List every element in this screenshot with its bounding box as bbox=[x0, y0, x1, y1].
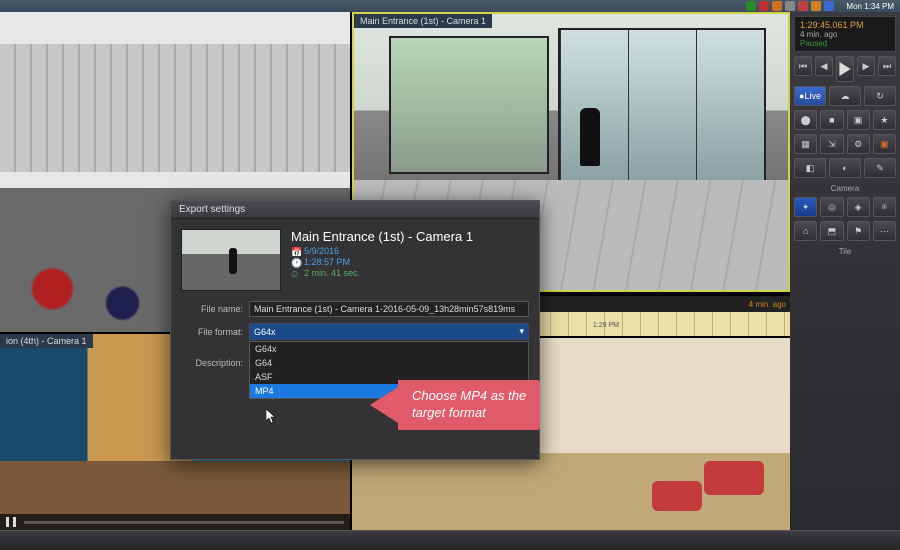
format-selected-value: G64x bbox=[254, 327, 276, 337]
format-select[interactable]: G64x ▾ bbox=[249, 323, 529, 340]
bookmark-button[interactable]: ★ bbox=[873, 110, 896, 130]
export-date: 5/9/2016 bbox=[304, 246, 339, 256]
play-button[interactable] bbox=[836, 56, 854, 82]
tray-icon bbox=[759, 1, 769, 11]
snapshot-button[interactable]: ▣ bbox=[847, 110, 870, 130]
live-label: Live bbox=[804, 91, 821, 101]
status-ok-icon bbox=[746, 1, 756, 11]
skip-back-button[interactable]: ⏮ bbox=[794, 56, 812, 76]
export-clip-title: Main Entrance (1st) - Camera 1 bbox=[291, 229, 473, 244]
callout-line2: target format bbox=[412, 405, 486, 420]
skip-fwd-button[interactable]: ⏭ bbox=[878, 56, 896, 76]
camera-label: ion (4th) - Camera 1 bbox=[0, 334, 93, 348]
section-label-tile: Tile bbox=[794, 247, 896, 256]
loop-button[interactable]: ↻ bbox=[864, 86, 896, 106]
tray-icon bbox=[785, 1, 795, 11]
tray-icon bbox=[824, 1, 834, 11]
playback-state: Paused bbox=[800, 39, 890, 48]
playback-relative-time: 4 min. ago bbox=[800, 30, 890, 39]
playback-timestamp: 1:29:45.061 PM bbox=[800, 20, 890, 30]
filename-input[interactable] bbox=[249, 301, 529, 317]
callout-line1: Choose MP4 as the bbox=[412, 388, 526, 403]
callout-arrow-icon bbox=[370, 387, 398, 423]
cloud-button[interactable]: ☁ bbox=[829, 86, 861, 106]
camera-tool-button[interactable]: ⋯ bbox=[873, 221, 896, 241]
camera-tool-button[interactable]: ◈ bbox=[847, 197, 870, 217]
instruction-callout: Choose MP4 as the target format bbox=[370, 380, 540, 430]
section-label-camera: Camera bbox=[794, 184, 896, 193]
playback-timestamp-box: 1:29:45.061 PM 4 min. ago Paused bbox=[794, 16, 896, 52]
export-thumbnail bbox=[181, 229, 281, 291]
filename-label: File name: bbox=[181, 304, 243, 314]
record-button[interactable]: ⬤ bbox=[794, 110, 817, 130]
camera-tool-button[interactable]: ⬒ bbox=[820, 221, 843, 241]
misc-button[interactable]: ✎ bbox=[864, 158, 896, 178]
grid-button[interactable]: ▦ bbox=[794, 134, 817, 154]
timeline-relative-time: 4 min. ago bbox=[749, 300, 786, 309]
format-option-g64[interactable]: G64 bbox=[250, 356, 528, 370]
clock-icon: 🕐 bbox=[291, 258, 300, 267]
pause-icon[interactable] bbox=[6, 517, 16, 527]
camera-tool-button[interactable]: ◎ bbox=[820, 197, 843, 217]
chevron-down-icon: ▾ bbox=[519, 326, 524, 337]
timeline-tick: 1:29 PM bbox=[593, 322, 619, 329]
misc-button[interactable]: ◧ bbox=[794, 158, 826, 178]
export-time: 1:28:57 PM bbox=[304, 257, 350, 267]
live-button[interactable]: ● Live bbox=[794, 86, 826, 106]
camera-label: Main Entrance (1st) - Camera 1 bbox=[354, 14, 492, 28]
video-transport[interactable] bbox=[0, 514, 350, 530]
step-back-button[interactable]: ◀ bbox=[815, 56, 833, 76]
camera-tool-button[interactable]: ⌂ bbox=[794, 221, 817, 241]
misc-button[interactable]: ◐ bbox=[829, 158, 861, 178]
format-label: File format: bbox=[181, 327, 243, 337]
ppt-button[interactable]: ▣ bbox=[873, 134, 896, 154]
control-sidepanel: 1:29:45.061 PM 4 min. ago Paused ⏮ ◀ ▶ ⏭… bbox=[790, 12, 900, 530]
stop-button[interactable]: ■ bbox=[820, 110, 843, 130]
system-menubar: Mon 1:34 PM bbox=[0, 0, 900, 12]
step-fwd-button[interactable]: ▶ bbox=[857, 56, 875, 76]
export-button[interactable]: ⇲ bbox=[820, 134, 843, 154]
camera-tool-button[interactable]: ⚑ bbox=[847, 221, 870, 241]
calendar-icon: 📅 bbox=[291, 247, 300, 256]
camera-tool-button[interactable]: ⍟ bbox=[873, 197, 896, 217]
tray-icon bbox=[798, 1, 808, 11]
system-tray bbox=[746, 1, 834, 11]
volume-icon[interactable] bbox=[811, 1, 821, 11]
cursor-icon bbox=[266, 409, 278, 425]
camera-tool-button[interactable]: ✦ bbox=[794, 197, 817, 217]
status-bar bbox=[0, 530, 900, 550]
tool-button[interactable]: ⚙ bbox=[847, 134, 870, 154]
export-duration: 2 min. 41 sec. bbox=[304, 268, 360, 278]
duration-icon: ⏲ bbox=[291, 269, 300, 278]
dialog-title: Export settings bbox=[171, 201, 539, 219]
system-clock: Mon 1:34 PM bbox=[846, 2, 894, 11]
description-label: Description: bbox=[181, 358, 243, 368]
format-option-g64x[interactable]: G64x bbox=[250, 342, 528, 356]
scrub-bar[interactable] bbox=[24, 521, 344, 524]
tray-icon bbox=[772, 1, 782, 11]
